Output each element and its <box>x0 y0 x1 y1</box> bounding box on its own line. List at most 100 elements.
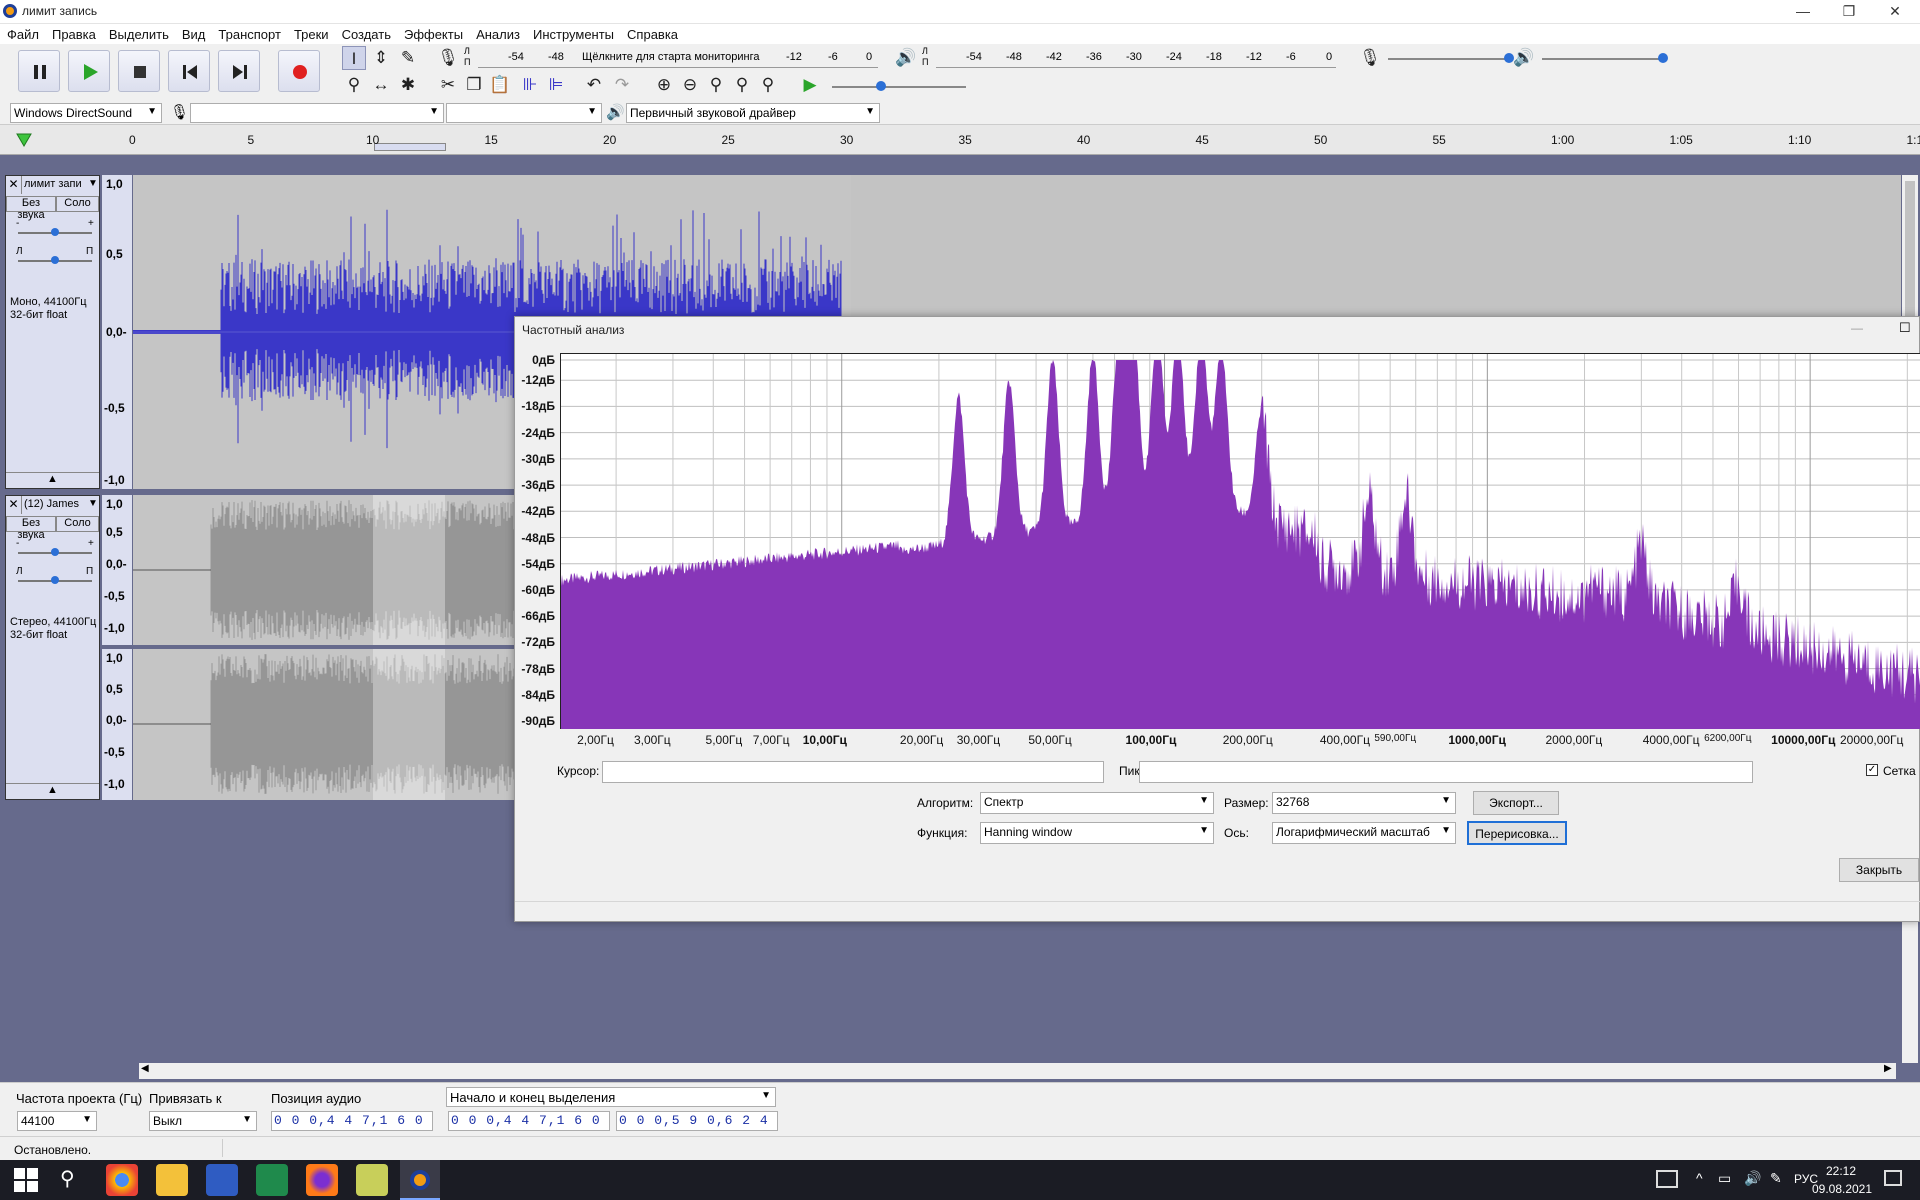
chrome-icon[interactable] <box>106 1164 138 1196</box>
track-name[interactable]: лимит запи <box>24 178 84 190</box>
dialog-close-button[interactable]: Закрыть <box>1839 858 1919 882</box>
chevron-up-icon[interactable]: ^ <box>1696 1170 1703 1186</box>
project-rate-select[interactable]: 44100 ▼ <box>17 1111 97 1131</box>
selection-range-marker[interactable] <box>374 143 446 151</box>
solo-button[interactable]: Соло <box>56 516 99 532</box>
peak-field[interactable] <box>1139 761 1753 783</box>
solo-button[interactable]: Соло <box>56 196 99 212</box>
menu-edit[interactable]: Правка <box>45 24 102 42</box>
menu-select[interactable]: Выделить <box>102 24 175 42</box>
skip-start-button[interactable] <box>168 50 210 92</box>
pan-slider[interactable] <box>18 256 92 264</box>
silence-icon[interactable]: ⊫ <box>544 73 568 97</box>
axis-select[interactable]: Логарифмический масштаб ▼ <box>1272 822 1456 844</box>
notifications-icon[interactable] <box>1884 1170 1902 1186</box>
menu-generate[interactable]: Создать <box>335 24 397 42</box>
recording-device-select[interactable]: ▼ <box>190 103 444 123</box>
export-button[interactable]: Экспорт... <box>1473 791 1559 815</box>
trim-icon[interactable]: ⊪ <box>518 73 542 97</box>
calculator-icon[interactable] <box>256 1164 288 1196</box>
size-select[interactable]: 32768 ▼ <box>1272 792 1456 814</box>
cursor-field[interactable] <box>602 761 1104 783</box>
paste-icon[interactable]: 📋 <box>488 73 512 97</box>
keyboard-icon[interactable] <box>1656 1170 1678 1188</box>
algorithm-select[interactable]: Спектр ▼ <box>980 792 1214 814</box>
draw-tool-icon[interactable]: ✎ <box>396 46 420 70</box>
fit-selection-icon[interactable]: ⚲ <box>704 73 728 97</box>
recording-channels-select[interactable]: ▼ <box>446 103 602 123</box>
record-button[interactable] <box>278 50 320 92</box>
clock-date[interactable]: 09.08.2021 <box>1806 1182 1878 1196</box>
spectrum-plot[interactable] <box>560 353 1920 729</box>
zoom-tool-icon[interactable]: ⚲ <box>342 73 366 97</box>
volume-icon[interactable]: 🔊 <box>1744 1170 1761 1187</box>
audio-host-select[interactable]: Windows DirectSound ▼ <box>10 103 162 123</box>
gain-slider[interactable] <box>18 228 92 236</box>
file-explorer-icon[interactable] <box>156 1164 188 1196</box>
selection-end-field[interactable]: 0 0 0,5 9 0,6 2 4 samples <box>616 1111 778 1131</box>
snap-to-select[interactable]: Выкл ▼ <box>149 1111 257 1131</box>
track-menu-icon[interactable]: ▼ <box>88 498 98 509</box>
envelope-tool-icon[interactable]: ⇕ <box>369 46 393 70</box>
selection-mode-select[interactable]: Начало и конец выделения ▼ <box>446 1087 776 1107</box>
scroll-left-icon[interactable]: ◀ <box>141 1063 149 1074</box>
playback-meter-speaker-icon[interactable]: 🔊 <box>894 46 918 70</box>
play-at-speed-icon[interactable]: ▶ <box>798 73 822 97</box>
save-disk-icon[interactable] <box>206 1164 238 1196</box>
mute-button[interactable]: Без звука <box>6 516 56 541</box>
audacity-taskbar-icon[interactable] <box>400 1160 440 1200</box>
copy-icon[interactable]: ❐ <box>462 73 486 97</box>
zoom-in-icon[interactable]: ⊕ <box>652 73 676 97</box>
menu-tools[interactable]: Инструменты <box>526 24 620 42</box>
timeshift-tool-icon[interactable]: ↔ <box>369 73 393 97</box>
playback-device-select[interactable]: Первичный звуковой драйвер ▼ <box>626 103 880 123</box>
close-window-button[interactable]: ✕ <box>1872 0 1918 24</box>
maximize-button[interactable]: ❐ <box>1826 0 1872 24</box>
search-icon[interactable]: ⚲ <box>60 1166 75 1191</box>
dialog-maximize-button[interactable]: ☐ <box>1899 320 1911 336</box>
dialog-minimize-button[interactable]: — <box>1851 321 1863 335</box>
stop-button[interactable] <box>118 50 160 92</box>
close-track-icon[interactable]: ✕ <box>6 496 22 514</box>
undo-icon[interactable]: ↶ <box>582 73 606 97</box>
record-meter[interactable]: -54 -48 Щёлкните для старта мониторинга … <box>478 46 878 68</box>
firefox-icon[interactable] <box>306 1164 338 1196</box>
menu-help[interactable]: Справка <box>620 24 684 42</box>
menu-transport[interactable]: Транспорт <box>211 24 287 42</box>
redraw-button[interactable]: Перерисовка... <box>1467 821 1567 845</box>
menu-tracks[interactable]: Треки <box>287 24 335 42</box>
collapse-track-icon[interactable]: ▲ <box>6 783 99 799</box>
close-track-icon[interactable]: ✕ <box>6 176 22 194</box>
scroll-right-icon[interactable]: ▶ <box>1884 1063 1892 1074</box>
pause-button[interactable] <box>18 50 60 92</box>
record-volume-slider[interactable] <box>1388 53 1514 63</box>
minimize-button[interactable]: — <box>1780 0 1826 24</box>
mute-button[interactable]: Без звука <box>6 196 56 221</box>
menu-view[interactable]: Вид <box>175 24 212 42</box>
pen-icon[interactable]: ✎ <box>1770 1170 1782 1187</box>
play-speed-slider[interactable] <box>832 81 966 91</box>
cut-icon[interactable]: ✂ <box>436 73 460 97</box>
paint-icon[interactable] <box>356 1164 388 1196</box>
selection-tool-icon[interactable]: I <box>342 46 366 70</box>
gain-slider[interactable] <box>18 548 92 556</box>
zoom-toggle-icon[interactable]: ⚲ <box>756 73 780 97</box>
play-button[interactable] <box>68 50 110 92</box>
record-meter-mic-icon[interactable]: 🎙 <box>436 46 460 70</box>
menu-effects[interactable]: Эффекты <box>397 24 469 42</box>
playback-meter[interactable]: -54 -48 -42 -36 -30 -24 -18 -12 -6 0 <box>936 46 1336 68</box>
multi-tool-icon[interactable]: ✱ <box>396 73 420 97</box>
fit-project-icon[interactable]: ⚲ <box>730 73 754 97</box>
windows-start-icon[interactable] <box>14 1168 38 1192</box>
menu-analyze[interactable]: Анализ <box>469 24 526 42</box>
timeline-ruler[interactable]: 0 5 10 15 20 25 30 35 40 45 50 55 1:00 1:05 1:10 1:15 <box>0 125 1920 155</box>
playback-volume-slider[interactable] <box>1542 53 1668 63</box>
function-select[interactable]: Hanning window ▼ <box>980 822 1214 844</box>
zoom-out-icon[interactable]: ⊖ <box>678 73 702 97</box>
grid-checkbox[interactable]: ✓ <box>1866 764 1878 776</box>
horizontal-scrollbar[interactable]: ◀ ▶ <box>139 1063 1896 1079</box>
network-icon[interactable]: ▭ <box>1718 1170 1731 1187</box>
pan-slider[interactable] <box>18 576 92 584</box>
play-head-icon[interactable] <box>16 133 32 147</box>
menu-file[interactable]: Файл <box>0 24 45 42</box>
